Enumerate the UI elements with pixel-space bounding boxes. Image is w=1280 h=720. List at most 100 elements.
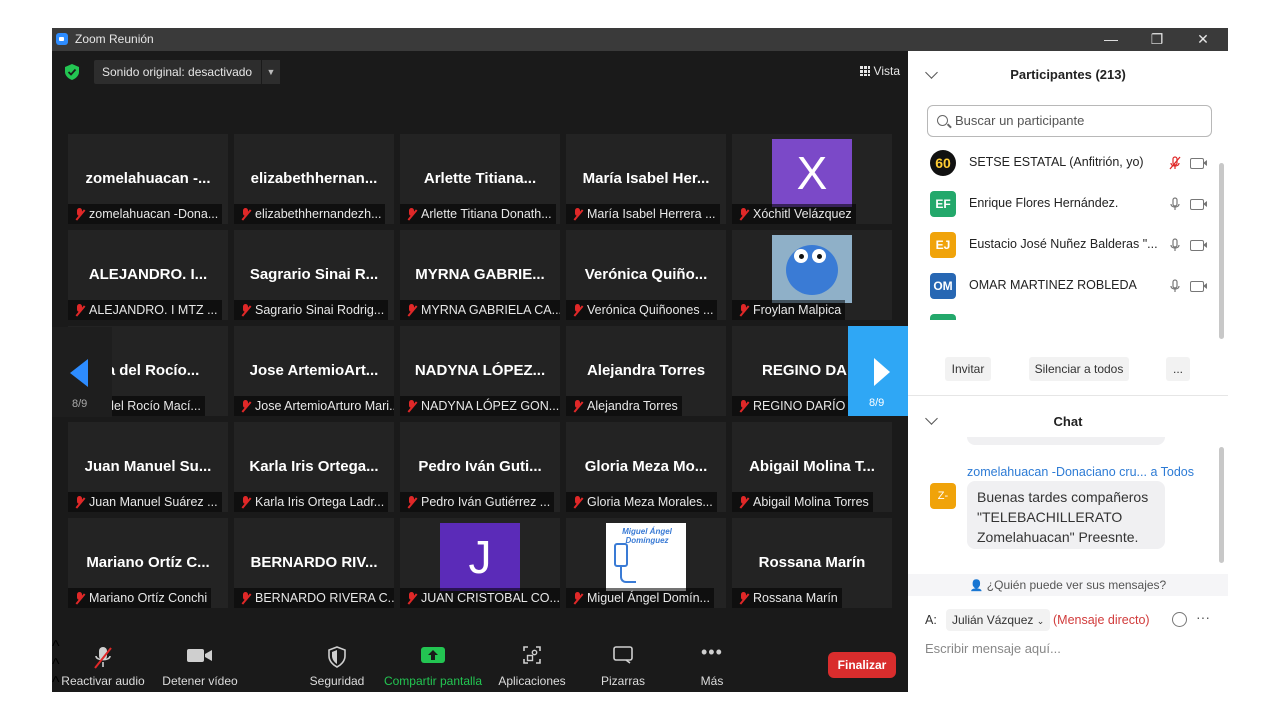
next-page-button[interactable]: 8/9 [848,326,908,416]
participant-tile[interactable]: Arlette Titiana... Arlette Titiana Donath… [400,134,560,224]
mic-muted-icon[interactable] [1168,156,1182,170]
participant-list-item[interactable]: OM OMAR MARTINEZ ROBLEDA [908,267,1218,305]
recipient-select[interactable]: Julián Vázquez ⌄ [946,609,1051,631]
participant-tile[interactable]: María Isabel Her... María Isabel Herrera … [566,134,726,224]
mic-icon[interactable] [1168,238,1182,252]
chat-message-input[interactable]: Escribir mensaje aquí... [925,641,1061,656]
stop-video-button[interactable]: Detener vídeo [158,638,242,692]
participant-search-input[interactable]: Buscar un participante [927,105,1212,137]
video-camera-icon[interactable] [1190,240,1207,251]
participant-list: 60 SETSE ESTATAL (Anfitrión, yo) EF Enrique… [908,144,1218,320]
participant-tile[interactable]: X Xóchitl Velázquez [732,134,892,224]
participant-display-name: Rossana Marín [758,554,866,571]
participant-name-bar: MYRNA GABRIELA CA... [400,300,560,320]
invite-button[interactable]: Invitar [945,357,991,381]
window-title: Zoom Reunión [75,32,154,46]
mic-icon[interactable] [1168,279,1182,293]
avatar: J [440,523,520,591]
participant-tile[interactable]: Karla Iris Ortega... Karla Iris Ortega La… [234,422,394,512]
participant-name: REGINO DARÍO [753,399,846,413]
view-button[interactable]: Vista [859,61,900,81]
participants-more-button[interactable]: ... [1166,357,1190,381]
meeting-toolbar: Reactivar audio ^ Detener vídeo ^ Seguri… [52,638,908,692]
participant-list-scrollbar[interactable] [1219,163,1224,339]
participant-tile[interactable]: MYRNA GABRIE... MYRNA GABRIELA CA... [400,230,560,320]
chat-message: Buenas tardes compañeros "TELEBACHILLERA… [967,481,1165,549]
participant-display-name: Sagrario Sinai R... [249,266,379,283]
who-can-see-link[interactable]: 👤 ¿Quién puede ver sus mensajes? [908,574,1228,596]
unmute-button[interactable]: Reactivar audio [58,638,148,692]
participant-name-bar: zomelahuacan -Dona... [68,204,223,224]
participant-display-name: Juan Manuel Su... [84,458,212,475]
original-sound-button[interactable]: Sonido original: desactivado [94,60,278,84]
participant-tile[interactable]: NADYNA LÓPEZ... NADYNA LÓPEZ GON... [400,326,560,416]
video-camera-icon[interactable] [1190,199,1207,210]
participant-display-name: NADYNA LÓPEZ... [414,362,546,379]
apps-icon [523,646,541,664]
participant-list-item[interactable]: 60 SETSE ESTATAL (Anfitrión, yo) [908,144,1218,182]
mic-muted-icon [405,592,419,604]
security-button[interactable]: Seguridad [302,638,372,692]
participant-tile[interactable]: elizabethhernan... elizabethhernandezh... [234,134,394,224]
mic-muted-icon [737,208,751,220]
mic-muted-icon [73,496,87,508]
participant-name-bar: Rossana Marín [732,588,842,608]
mic-muted-icon [73,208,87,220]
participant-tile[interactable]: Verónica Quiño... Verónica Quiñoones ... [566,230,726,320]
participant-list-item[interactable]: EJ Eustacio José Nuñez Balderas "... [908,226,1218,264]
participant-display-name: zomelahuacan -... [85,170,211,187]
mute-all-button[interactable]: Silenciar a todos [1029,357,1129,381]
apps-button[interactable]: Aplicaciones [496,638,568,692]
participant-name: BERNARDO RIVERA C... [255,591,394,605]
participant-tile[interactable]: Juan Manuel Su... Juan Manuel Suárez ... [68,422,228,512]
whiteboards-button[interactable]: Pizarras [588,638,658,692]
chat-recipient: a Todos [1150,465,1195,479]
participant-tile[interactable]: Abigail Molina T... Abigail Molina Torres [732,422,892,512]
video-camera-icon[interactable] [1190,158,1207,169]
participant-tile[interactable]: Gloria Meza Mo... Gloria Meza Morales... [566,422,726,512]
more-button[interactable]: ••• Más [682,638,742,692]
mic-icon[interactable] [1168,197,1182,211]
participant-tile[interactable]: Sagrario Sinai R... Sagrario Sinai Rodrig… [234,230,394,320]
participant-name-bar: Juan Manuel Suárez ... [68,492,222,512]
participant-name-bar: Miguel Ángel Domín... [566,588,714,608]
participant-tile[interactable]: Miguel Ángel Domínguez Miguel Ángel Domín… [566,518,726,608]
participant-tile[interactable]: Jose ArtemioArt... Jose ArtemioArturo Mar… [234,326,394,416]
participant-tile[interactable]: Mariano Ortíz C... Mariano Ortíz Conchi [68,518,228,608]
end-meeting-button[interactable]: Finalizar [828,652,896,678]
participant-tile[interactable]: BERNARDO RIV... BERNARDO RIVERA C... [234,518,394,608]
restore-button[interactable]: ❐ [1134,28,1180,51]
chat-scrollbar[interactable] [1219,447,1224,563]
participant-list-item-partial[interactable] [908,308,1218,320]
page-indicator: 8/9 [869,397,885,409]
share-screen-button[interactable]: Compartir pantalla [382,638,484,692]
participant-tile[interactable]: Rossana Marín Rossana Marín [732,518,892,608]
shield-check-icon[interactable] [65,64,79,80]
mic-muted-icon [571,496,585,508]
close-button[interactable]: ✕ [1180,28,1226,51]
participant-name-bar: Alejandra Torres [566,396,682,416]
zoom-window: Zoom Reunión — ❐ ✕ Sonido original: desa… [52,28,1228,692]
participant-list-name: SETSE ESTATAL (Anfitrión, yo) [969,155,1144,169]
security-label: Seguridad [309,674,365,688]
participant-tile[interactable]: ALEJANDRO. I... ALEJANDRO. I MTZ ... [68,230,228,320]
whiteboards-label: Pizarras [600,674,645,688]
stop-video-label: Detener vídeo [162,674,238,688]
emoji-icon[interactable] [1172,612,1187,627]
participant-tile[interactable]: J JUAN CRISTOBAL CO... [400,518,560,608]
prev-page-button[interactable]: 8/9 [52,327,112,417]
whiteboard-icon [613,646,633,664]
arrow-right-icon [874,358,890,386]
chat-more-icon[interactable]: ··· [1196,609,1210,625]
participant-display-name: Alejandra Torres [586,362,706,379]
participant-name-bar: Sagrario Sinai Rodrig... [234,300,389,320]
participant-list-item[interactable]: EF Enrique Flores Hernández. [908,185,1218,223]
participant-tile[interactable]: Alejandra Torres Alejandra Torres [566,326,726,416]
participant-tile[interactable]: Froylan Malpica [732,230,892,320]
participant-tile[interactable]: Pedro Iván Guti... Pedro Iván Gutiérrez .… [400,422,560,512]
participant-tile[interactable]: zomelahuacan -... zomelahuacan -Dona... [68,134,228,224]
minimize-button[interactable]: — [1088,28,1134,51]
video-camera-icon[interactable] [1190,281,1207,292]
chevron-down-icon[interactable]: ▼ [261,60,280,84]
participant-name: JUAN CRISTOBAL CO... [421,591,560,605]
